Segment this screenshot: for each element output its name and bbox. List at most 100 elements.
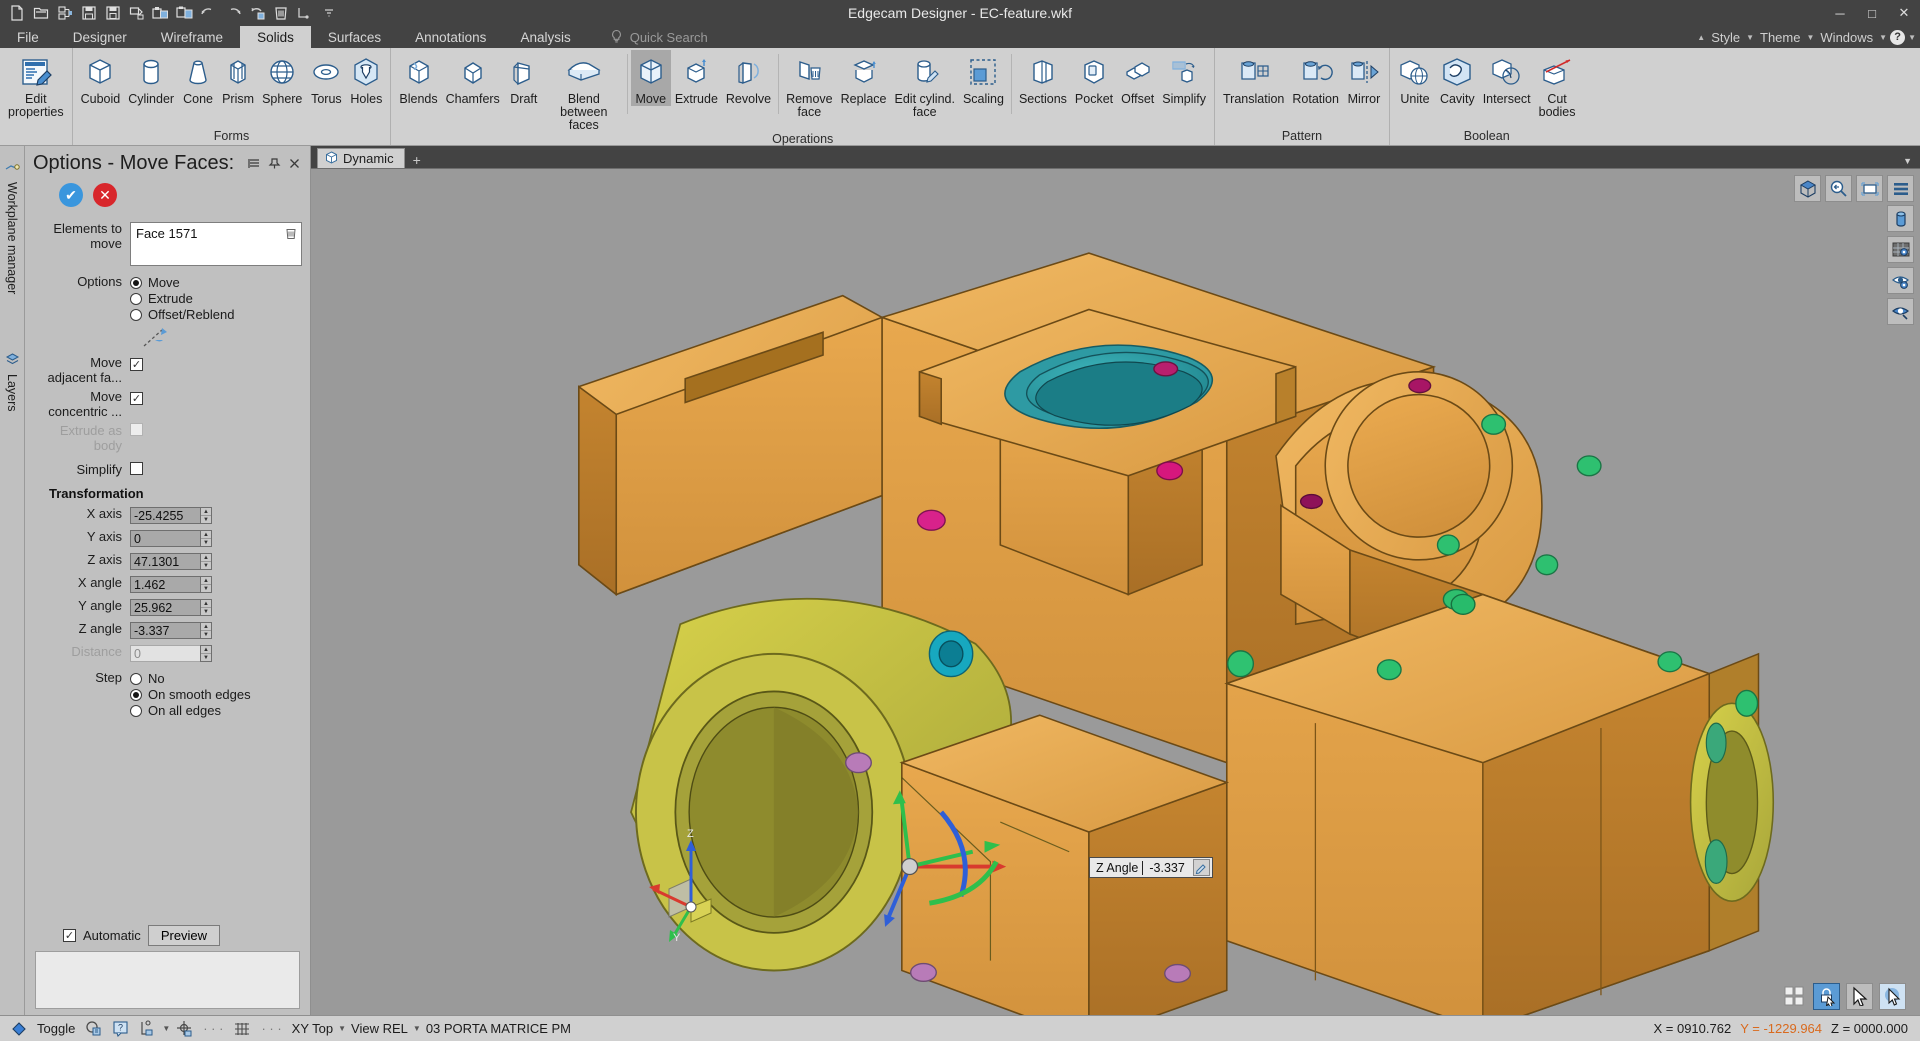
extrude-button[interactable]: Extrude (671, 50, 722, 106)
z-angle-spin-buttons[interactable]: ▲ ▼ (200, 622, 212, 639)
spin-down-icon[interactable]: ▼ (201, 562, 211, 569)
mirror-button[interactable]: Mirror (1343, 50, 1385, 106)
radio-extrude[interactable]: Extrude (130, 291, 302, 306)
copy-icon[interactable] (174, 2, 196, 24)
pin-icon[interactable] (264, 154, 284, 174)
prism-button[interactable]: Prism (218, 50, 258, 106)
elements-list[interactable]: Face 1571 (130, 222, 302, 266)
spin-down-icon[interactable]: ▼ (201, 516, 211, 523)
z-angle-tooltip-value[interactable]: -3.337 (1143, 861, 1190, 875)
trash-icon[interactable] (285, 227, 297, 243)
cavity-button[interactable]: Cavity (1436, 50, 1479, 106)
snap-icon[interactable] (80, 1020, 107, 1037)
z-angle-inline-editor[interactable]: Z Angle -3.337 (1089, 857, 1213, 878)
shaded-cylinder-icon[interactable] (1887, 205, 1914, 232)
tab-file[interactable]: File (0, 26, 56, 48)
y-axis-stepper[interactable]: ▲▼ (130, 530, 212, 547)
redo-list-icon[interactable] (246, 2, 268, 24)
view-plane-label[interactable]: XY Top (287, 1021, 338, 1036)
radio-offset-reblend[interactable]: Offset/Reblend (130, 307, 302, 322)
sections-button[interactable]: Sections (1015, 50, 1071, 106)
paste-icon[interactable] (150, 2, 172, 24)
simplify-button[interactable]: Simplify (1158, 50, 1210, 106)
z-angle-stepper[interactable]: ▲▼ (130, 622, 212, 639)
y-axis-input[interactable] (130, 530, 200, 547)
grid-snap-icon[interactable] (1780, 983, 1807, 1010)
z-axis-spin-buttons[interactable]: ▲ ▼ (200, 553, 212, 570)
replace-button[interactable]: Replace (837, 50, 891, 106)
accept-button[interactable]: ✔ (59, 183, 83, 207)
lock-select-icon[interactable] (1813, 982, 1840, 1010)
blends-button[interactable]: Blends (395, 50, 441, 106)
sidebar-item-workplane-manager[interactable]: Workplane manager (5, 160, 20, 294)
spin-up-icon[interactable]: ▲ (201, 623, 211, 631)
draft-button[interactable]: Draft (504, 50, 544, 106)
torus-button[interactable]: Torus (306, 50, 346, 106)
sphere-button[interactable]: Sphere (258, 50, 306, 106)
rotation-button[interactable]: Rotation (1288, 50, 1343, 106)
spin-down-icon[interactable]: ▼ (201, 585, 211, 592)
radio-step-no[interactable]: No (130, 671, 302, 686)
undo-icon[interactable] (198, 2, 220, 24)
help-snap-icon[interactable]: ? (107, 1020, 134, 1037)
new-icon[interactable] (6, 2, 28, 24)
tab-surfaces[interactable]: Surfaces (311, 26, 398, 48)
cancel-button[interactable]: ✕ (93, 183, 117, 207)
diamond-icon[interactable] (6, 1021, 32, 1037)
view-cube-icon[interactable] (1794, 175, 1821, 202)
cut-bodies-button[interactable]: Cut bodies (1535, 50, 1580, 119)
cone-button[interactable]: Cone (178, 50, 218, 106)
eye-zoom-icon[interactable] (1887, 298, 1914, 325)
list-item[interactable]: Face 1571 (131, 223, 301, 244)
revolve-button[interactable]: Revolve (722, 50, 775, 106)
ribbon-right-controls[interactable]: ▲ Style ▼ Theme ▼ Windows ▼ ? ▼ (1697, 26, 1916, 48)
z-angle-input[interactable] (130, 622, 200, 639)
close-button[interactable]: ✕ (1888, 0, 1920, 26)
holes-button[interactable]: Holes (346, 50, 386, 106)
center-snap-icon[interactable] (170, 1020, 198, 1038)
radio-step-smooth[interactable]: On smooth edges (130, 687, 302, 702)
chamfers-button[interactable]: Chamfers (442, 50, 504, 106)
x-angle-input[interactable] (130, 576, 200, 593)
pencil-icon[interactable] (1192, 859, 1210, 876)
open-recent-icon[interactable] (54, 2, 76, 24)
measure-icon[interactable] (294, 2, 316, 24)
x-angle-stepper[interactable]: ▲▼ (130, 576, 212, 593)
automatic-checkbox[interactable]: ✓ (63, 929, 76, 942)
more-icon[interactable] (318, 2, 340, 24)
x-angle-spin-buttons[interactable]: ▲ ▼ (200, 576, 212, 593)
preview-button[interactable]: Preview (147, 925, 221, 946)
chevron-down-icon-windows[interactable]: ▼ (1879, 33, 1887, 42)
theme-menu[interactable]: Theme (1757, 30, 1803, 45)
tree-icon[interactable] (134, 1020, 162, 1037)
collapse-ribbon-icon[interactable]: ▼ (1903, 156, 1912, 166)
move-adjacent-checkbox[interactable]: ✓ (130, 358, 143, 371)
pointer-select-icon[interactable] (1846, 982, 1873, 1010)
chevron-down-icon-theme[interactable]: ▼ (1806, 33, 1814, 42)
x-axis-input[interactable] (130, 507, 200, 524)
simplify-checkbox[interactable] (130, 462, 143, 475)
close-icon[interactable] (284, 154, 304, 174)
spin-up-icon[interactable]: ▲ (201, 600, 211, 608)
edit-cylindrical-face-button[interactable]: Edit cylind. face (891, 50, 959, 119)
windows-menu[interactable]: Windows (1817, 30, 1876, 45)
zoom-previous-icon[interactable] (1825, 175, 1852, 202)
spin-up-icon[interactable]: ▲ (201, 508, 211, 516)
tab-annotations[interactable]: Annotations (398, 26, 503, 48)
wireframe-grid-icon[interactable] (1887, 236, 1914, 263)
spin-down-icon[interactable]: ▼ (201, 608, 211, 615)
x-axis-stepper[interactable]: ▲▼ (130, 507, 212, 524)
cuboid-button[interactable]: Cuboid (77, 50, 125, 106)
unite-button[interactable]: Unite (1394, 50, 1436, 106)
view-mode-label[interactable]: View REL (346, 1021, 413, 1036)
visibility-eye-icon[interactable] (1887, 267, 1914, 294)
save-icon[interactable] (78, 2, 100, 24)
open-icon[interactable] (30, 2, 52, 24)
chevron-down-icon-style[interactable]: ▼ (1746, 33, 1754, 42)
chevron-up-icon[interactable]: ▲ (1697, 33, 1705, 42)
window-controls[interactable]: ─ □ ✕ (1824, 0, 1920, 26)
scaling-button[interactable]: Scaling (959, 50, 1008, 106)
toggle-label[interactable]: Toggle (32, 1021, 80, 1036)
move-concentric-checkbox[interactable]: ✓ (130, 392, 143, 405)
redo-icon[interactable] (222, 2, 244, 24)
